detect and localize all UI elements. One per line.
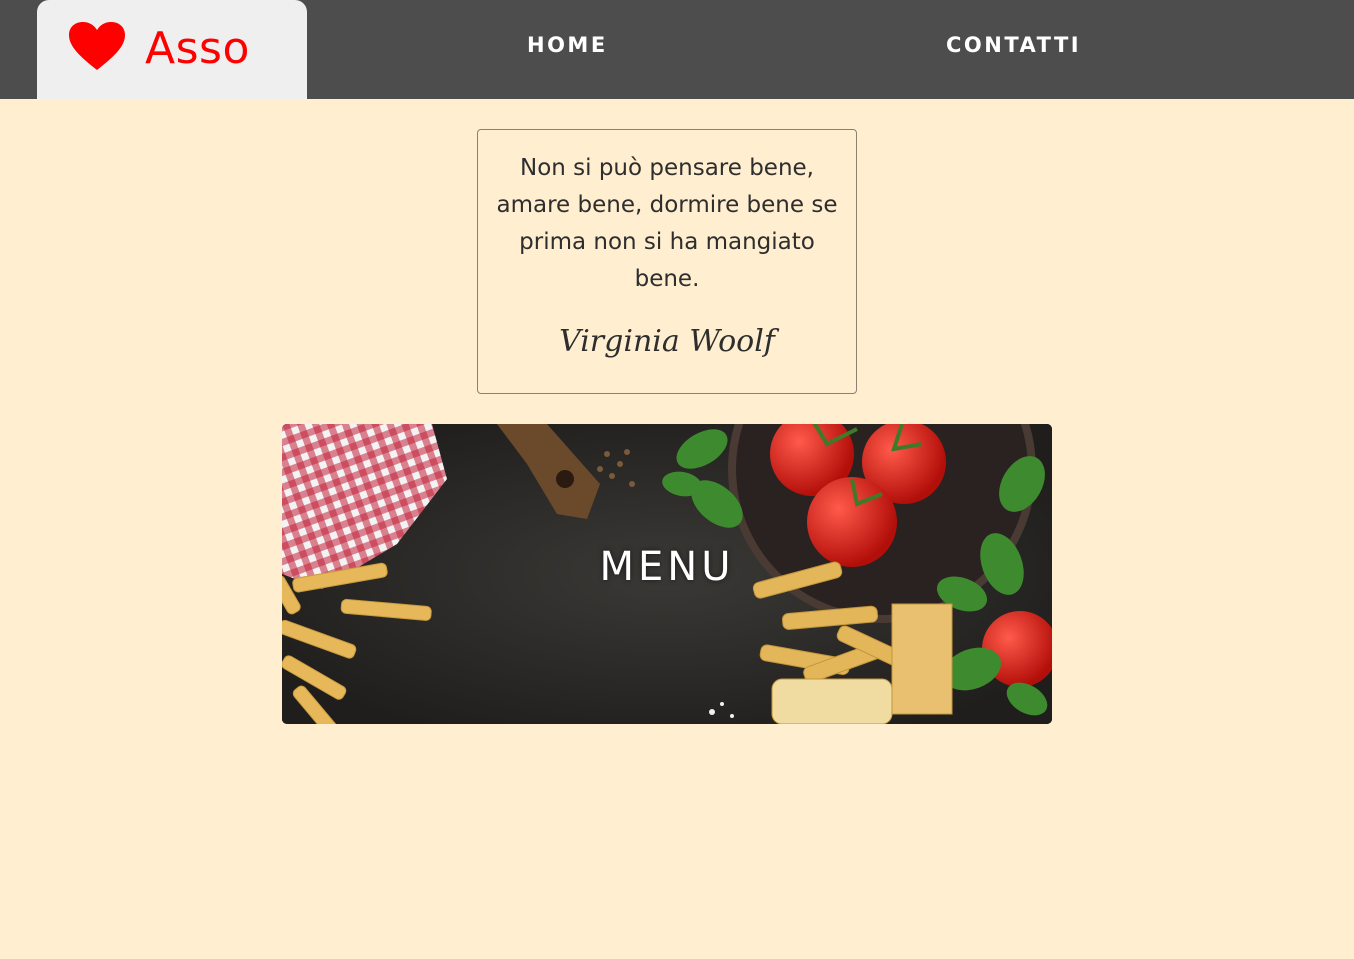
menu-card[interactable]: MENU [282,424,1052,724]
brand-logo[interactable]: Asso [37,0,307,99]
heart-icon [69,21,125,70]
nav-contatti-link[interactable]: CONTATTI [946,30,1081,60]
menu-label: MENU [599,544,735,590]
brand-name: Asso [145,23,250,74]
nav-home-link[interactable]: HOME [527,30,608,60]
quote-author: Virginia Woolf [559,324,775,359]
quote-text: Non si può pensare bene, amare bene, dor… [496,155,838,292]
quote-card: Non si può pensare bene, amare bene, dor… [477,129,857,394]
top-navigation-bar: Asso HOME CONTATTI [0,0,1354,99]
